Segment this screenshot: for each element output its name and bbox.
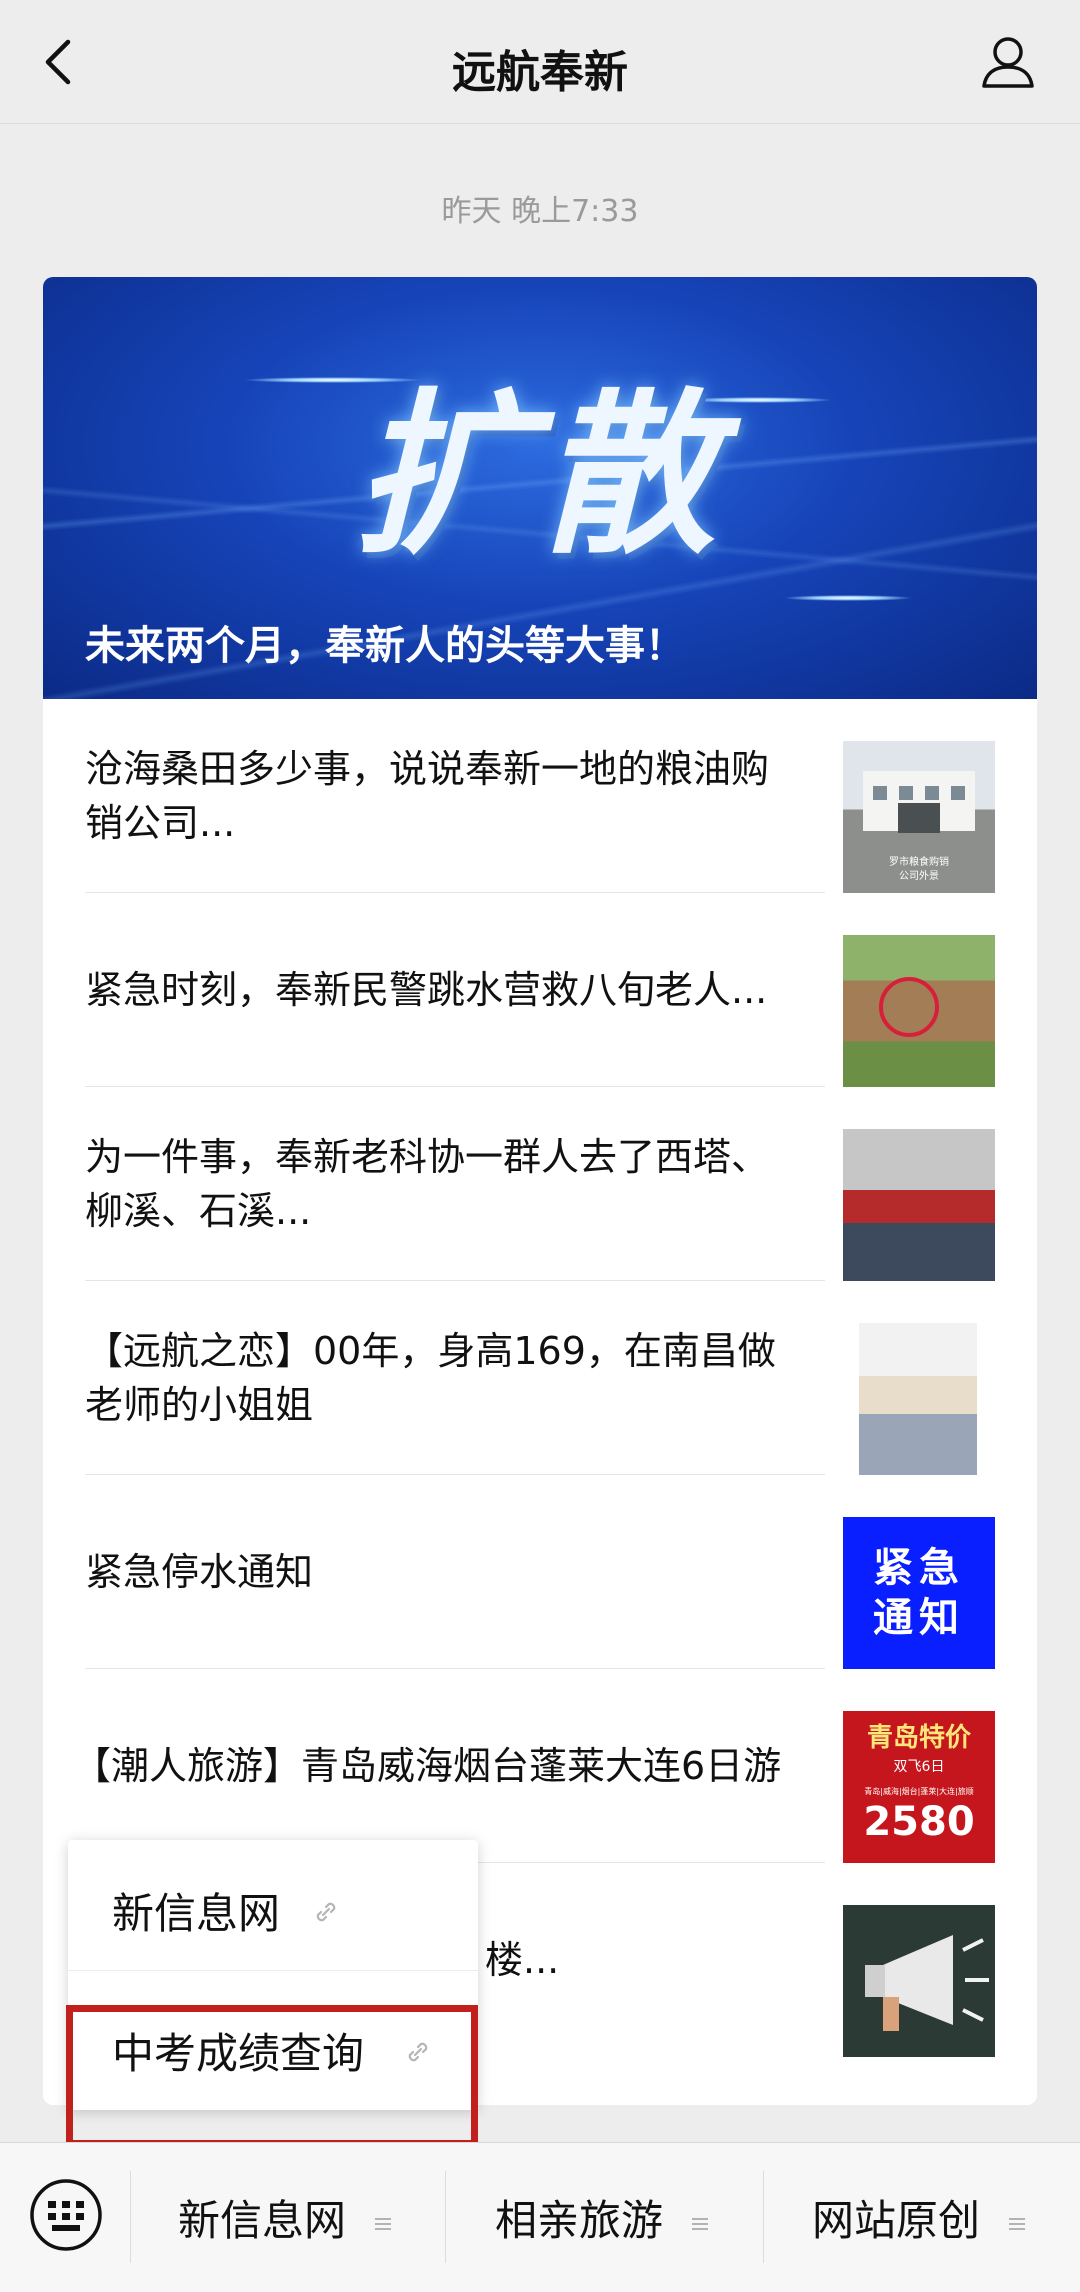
article-item[interactable]: 【潮人旅游】青岛威海烟台蓬莱大连6日游 青岛特价 双飞6日 青岛|威海|烟台|蓬… <box>73 1669 995 1863</box>
thumb-caption: 罗市粮食购销 <box>889 855 949 868</box>
building-photo: 罗市粮食购销 公司外景 <box>863 771 975 882</box>
menu-item-new-info-net[interactable]: 新信息网 <box>68 1840 478 1970</box>
article-title: 为一件事，奉新老科协一群人去了西塔、柳溪、石溪... <box>85 1135 770 1233</box>
article-card: 扩散 未来两个月，奉新人的头等大事！ 沧海桑田多少事，说说奉新一地的粮油购销公司… <box>43 277 1037 2105</box>
megaphone-icon <box>865 1935 989 2031</box>
highlight-box <box>66 2005 478 2147</box>
article-title: 【潮人旅游】青岛威海烟台蓬莱大连6日游 <box>73 1744 782 1788</box>
keyboard-icon <box>30 2179 102 2251</box>
hero-flare <box>783 595 913 601</box>
article-item[interactable]: 紧急时刻，奉新民警跳水营救八旬老人... <box>85 893 995 1087</box>
article-title: 紧急停水通知 <box>85 1550 314 1594</box>
article-title: 沧海桑田多少事，说说奉新一地的粮油购销公司... <box>85 747 770 845</box>
hero-article[interactable]: 扩散 未来两个月，奉新人的头等大事！ <box>43 277 1037 699</box>
bottom-menu-bar: 新信息网 相亲旅游 网站原创 <box>0 2142 1080 2292</box>
tab-separator <box>763 2171 764 2263</box>
article-item[interactable]: 【远航之恋】00年，身高169，在南昌做老师的小姐姐 <box>85 1281 995 1475</box>
article-thumbnail: 罗市粮食购销 公司外景 <box>843 741 995 893</box>
menu-lines-icon <box>692 2217 709 2230</box>
article-thumbnail <box>843 1129 995 1281</box>
article-item[interactable]: 沧海桑田多少事，说说奉新一地的粮油购销公司... 罗市粮食购销 公司外景 <box>85 699 995 893</box>
thumb-text: 青岛|威海|烟台|蓬莱|大连|旅顺 <box>864 1787 974 1796</box>
article-title: 【远航之恋】00年，身高169，在南昌做老师的小姐姐 <box>85 1329 776 1427</box>
article-item[interactable]: 紧急停水通知 紧急 通知 <box>85 1475 995 1669</box>
thumb-price: 2580 <box>863 1799 975 1845</box>
thumb-text: 双飞6日 <box>893 1759 945 1775</box>
thumb-text: 紧急 <box>873 1545 965 1591</box>
article-thumbnail: 青岛特价 双飞6日 青岛|威海|烟台|蓬莱|大连|旅顺 2580 <box>843 1711 995 1863</box>
menu-tab-dating-travel[interactable]: 相亲旅游 <box>495 2187 709 2247</box>
thumb-text: 通知 <box>873 1595 965 1641</box>
profile-button[interactable] <box>976 30 1040 94</box>
menu-tab-site-original[interactable]: 网站原创 <box>812 2187 1026 2247</box>
article-thumbnail <box>843 935 995 1087</box>
hero-caption: 未来两个月，奉新人的头等大事！ <box>85 623 685 669</box>
menu-lines-icon <box>375 2217 392 2230</box>
menu-tab-new-info-net[interactable]: 新信息网 <box>178 2187 392 2247</box>
person-icon <box>982 37 1034 88</box>
message-timestamp: 昨天 晚上7:33 <box>441 194 639 229</box>
tab-label: 网站原创 <box>812 2196 981 2245</box>
top-nav-bar: 远航奉新 <box>0 0 1080 124</box>
menu-divider <box>68 1970 478 1971</box>
article-title: 紧急时刻，奉新民警跳水营救八旬老人... <box>85 968 768 1012</box>
tab-separator <box>445 2171 446 2263</box>
portrait-photo <box>859 1323 977 1475</box>
page-title: 远航奉新 <box>452 47 628 98</box>
article-thumbnail <box>859 1323 977 1475</box>
article-item[interactable]: 为一件事，奉新老科协一群人去了西塔、柳溪、石溪... <box>85 1087 995 1281</box>
article-thumbnail <box>843 1905 995 2057</box>
hero-headline: 扩散 <box>353 373 726 578</box>
tab-label: 新信息网 <box>178 2196 347 2245</box>
menu-lines-icon <box>1009 2217 1026 2230</box>
article-title: 楼... <box>485 1938 560 1982</box>
menu-item-label: 新信息网 <box>112 1889 281 1938</box>
tab-label: 相亲旅游 <box>495 2196 664 2245</box>
river-photo <box>879 977 939 1037</box>
thumb-text: 青岛特价 <box>866 1723 971 1753</box>
link-icon <box>316 1902 336 1922</box>
thumb-caption: 公司外景 <box>899 870 939 882</box>
tab-separator <box>130 2171 131 2263</box>
keyboard-toggle-button[interactable] <box>28 2177 104 2253</box>
article-thumbnail: 紧急 通知 <box>843 1517 995 1669</box>
